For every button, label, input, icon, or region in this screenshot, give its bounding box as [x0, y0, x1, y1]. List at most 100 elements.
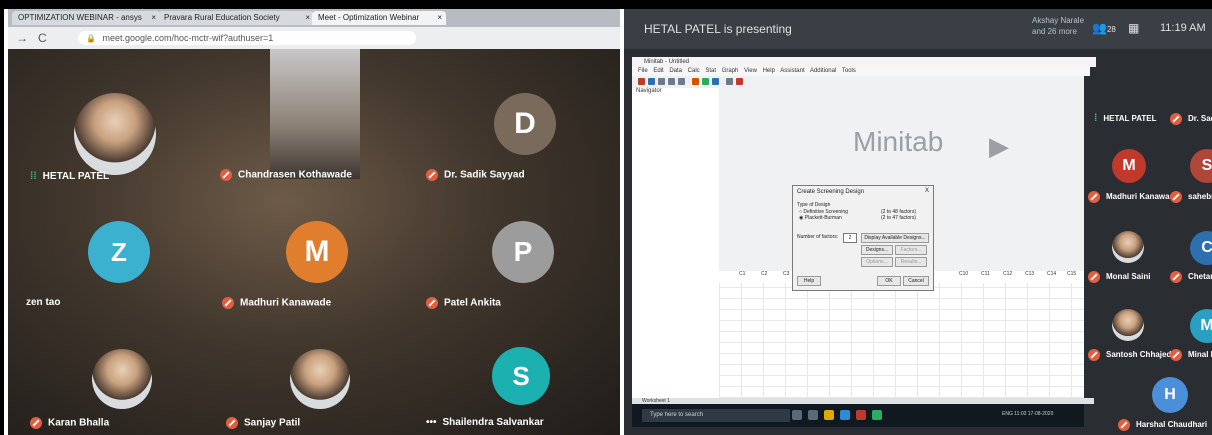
- participant-name: Santosh Chhajed: [1088, 349, 1171, 361]
- factors-button[interactable]: Factors...: [895, 245, 927, 255]
- mic-off-icon: [1088, 349, 1100, 361]
- participant-photo-avatar: [1112, 309, 1144, 341]
- shared-screen: Minitab - Untitled File Edit Data Calc S…: [632, 57, 1096, 427]
- back-icon[interactable]: →: [16, 31, 28, 45]
- avatar: H: [1152, 377, 1188, 413]
- browser-tab-active[interactable]: Meet - Optimization Webinar ×: [312, 11, 446, 25]
- participant-name: Karan Bhalla: [30, 417, 109, 429]
- people-icon[interactable]: 👥28: [1092, 21, 1116, 35]
- mic-off-icon: [1088, 191, 1100, 203]
- close-icon[interactable]: ×: [151, 11, 156, 25]
- taskbar-search[interactable]: Type here to search: [642, 409, 790, 422]
- participant-photo-avatar: [92, 349, 152, 409]
- browser-tab[interactable]: Pravara Rural Education Society ×: [158, 11, 314, 25]
- participant-photo-avatar: [74, 93, 156, 175]
- taskbar-icon[interactable]: [824, 410, 834, 420]
- column-header: C13: [1025, 271, 1035, 277]
- option-plackett[interactable]: ◉ Plackett-Burman: [799, 215, 842, 221]
- column-header: C12: [1003, 271, 1013, 277]
- mic-off-icon: [1118, 419, 1130, 431]
- options-button[interactable]: Options...: [861, 257, 893, 267]
- url-text: meet.google.com/hoc-mctr-wif?authuser=1: [102, 33, 274, 43]
- presenting-label: HETAL PATEL is presenting: [644, 22, 792, 36]
- mic-off-icon: [426, 169, 438, 181]
- mic-off-icon: [426, 297, 438, 309]
- navigator-panel: Navigator: [632, 88, 723, 398]
- taskbar-icon[interactable]: [808, 410, 818, 420]
- tab-label: OPTIMIZATION WEBINAR - ansys: [18, 13, 142, 22]
- participant-name: sahebrao: [1170, 191, 1212, 203]
- participant-name: ⁞ HETAL PATEL: [1094, 113, 1157, 124]
- participant-name: Patel Ankita: [426, 297, 501, 309]
- avatar: S: [1190, 149, 1212, 183]
- toolbar-icon[interactable]: [736, 78, 743, 85]
- results-button[interactable]: Results...: [895, 257, 927, 267]
- avatar: M: [1112, 149, 1146, 183]
- camera-feed: [270, 49, 360, 179]
- chat-icon[interactable]: ▦: [1128, 21, 1139, 35]
- participant-name: ⁞⁞ HETAL PATEL: [30, 171, 110, 182]
- participant-name: Chandrasen Kothawade: [220, 169, 352, 181]
- column-header: C3: [783, 271, 790, 277]
- url-field[interactable]: 🔒 meet.google.com/hoc-mctr-wif?authuser=…: [78, 31, 416, 45]
- mic-off-icon: [226, 417, 238, 429]
- speaking-icon: ⁞⁞: [30, 171, 37, 182]
- reload-icon[interactable]: C: [38, 31, 47, 45]
- toolbar-icon[interactable]: [712, 78, 719, 85]
- taskbar-icon[interactable]: [872, 410, 882, 420]
- cancel-button[interactable]: Cancel: [903, 276, 929, 286]
- toolbar-icon[interactable]: [678, 78, 685, 85]
- toolbar-icon[interactable]: [638, 78, 645, 85]
- mic-off-icon: [220, 169, 232, 181]
- mic-off-icon: [222, 297, 234, 309]
- taskbar-icon[interactable]: [792, 410, 802, 420]
- minitab-logo-icon: ▶: [989, 131, 1009, 161]
- toolbar-icon[interactable]: [668, 78, 675, 85]
- more-icon: •••: [426, 417, 437, 428]
- toolbar-icon[interactable]: [726, 78, 733, 85]
- designs-button[interactable]: Designs...: [861, 245, 893, 255]
- tab-label: Pravara Rural Education Society: [164, 13, 280, 22]
- taskbar-icon[interactable]: [840, 410, 850, 420]
- column-header: C10: [959, 271, 969, 277]
- toolbar-icon[interactable]: [658, 78, 665, 85]
- avatar: C: [1190, 231, 1212, 265]
- toolbar-icon[interactable]: [648, 78, 655, 85]
- column-header: C1: [739, 271, 746, 277]
- address-bar: → C 🔒 meet.google.com/hoc-mctr-wif?authu…: [8, 27, 620, 49]
- help-button[interactable]: Help: [797, 276, 821, 286]
- column-header: C14: [1047, 271, 1057, 277]
- ok-button[interactable]: OK: [877, 276, 901, 286]
- factor-note: (2 to 47 factors): [881, 215, 917, 221]
- num-factors-input[interactable]: 2: [843, 233, 857, 243]
- mic-off-icon: [1170, 271, 1182, 283]
- participant-name: ••• Shailendra Salvankar: [426, 417, 544, 428]
- meet-grid-photo: OPTIMIZATION WEBINAR - ansys × Pravara R…: [8, 9, 620, 435]
- display-designs-button[interactable]: Display Available Designs...: [861, 233, 929, 243]
- avatar: Z: [88, 221, 150, 283]
- tab-label: Meet - Optimization Webinar: [318, 13, 420, 22]
- taskbar-icon[interactable]: [856, 410, 866, 420]
- participant-name: Dr. Sadik: [1170, 113, 1212, 125]
- participant-name: Chetan S: [1170, 271, 1212, 283]
- system-tray: ENG 11:03 17-08-2020: [1002, 411, 1054, 417]
- mic-off-icon: [1170, 191, 1182, 203]
- participant-name: Madhuri Kanawade: [1088, 191, 1179, 203]
- mic-off-icon: [1170, 113, 1182, 125]
- close-icon[interactable]: ×: [437, 11, 442, 25]
- speaking-icon: ⁞: [1094, 113, 1098, 124]
- close-icon[interactable]: X: [925, 188, 929, 194]
- toolbar-icon[interactable]: [692, 78, 699, 85]
- worksheet-grid[interactable]: [719, 283, 1084, 398]
- mic-off-icon: [1088, 271, 1100, 283]
- dialog-title: Create Screening Design: [797, 189, 865, 195]
- avatar: M: [286, 221, 348, 283]
- browser-tab[interactable]: OPTIMIZATION WEBINAR - ansys ×: [12, 11, 160, 25]
- toolbar-icon[interactable]: [702, 78, 709, 85]
- windows-taskbar: Type here to search ENG 11:03 17-08-2020: [632, 404, 1084, 427]
- type-label: Type of Design: [797, 202, 831, 208]
- participant-photo-avatar: [1112, 231, 1144, 263]
- close-icon[interactable]: ×: [305, 11, 310, 25]
- participant-photo-avatar: [290, 349, 350, 409]
- mic-off-icon: [30, 417, 42, 429]
